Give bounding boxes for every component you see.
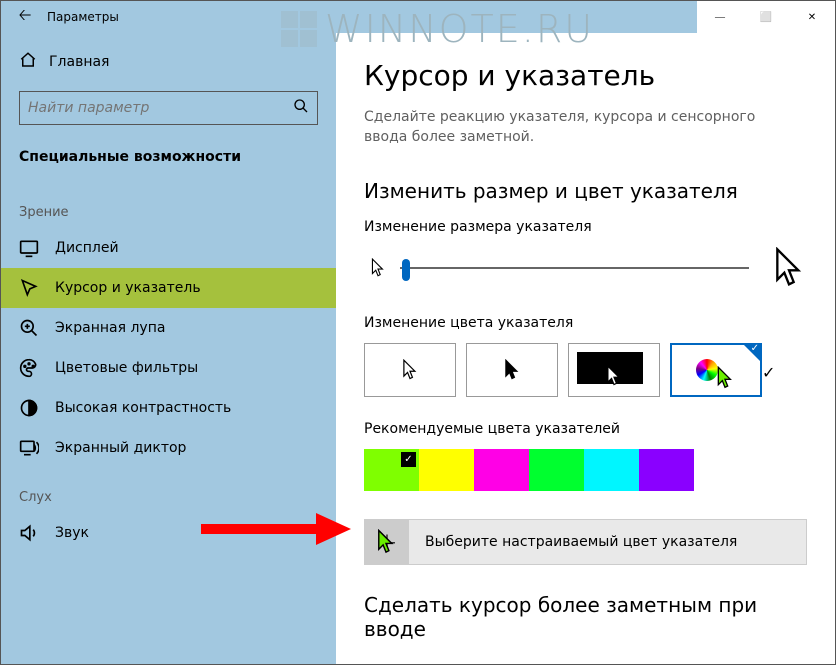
slider-thumb[interactable] (402, 259, 410, 281)
pick-custom-color-label: Выберите настраиваемый цвет указателя (409, 534, 737, 550)
color-option-white[interactable] (364, 343, 456, 397)
window-title: Параметры (47, 10, 119, 24)
section-cursor-visibility: Сделать курсор более заметным при вводе (364, 593, 807, 641)
sidebar-item-highcontrast[interactable]: Высокая контрастность (1, 388, 336, 428)
narrator-icon (19, 438, 39, 458)
magnifier-icon (19, 318, 39, 338)
sidebar-item-magnifier[interactable]: Экранная лупа (1, 308, 336, 348)
page-description: Сделайте реакцию указателя, курсора и се… (364, 108, 794, 147)
sidebar-item-label: Звук (55, 525, 89, 541)
pick-custom-color[interactable]: ＋ Выберите настраиваемый цвет указателя (364, 519, 807, 565)
label-recommended-colors: Рекомендуемые цвета указателей (364, 421, 807, 437)
sidebar-group-hearing: Слух (1, 468, 336, 513)
color-swatch[interactable] (419, 449, 474, 491)
sidebar-item-narrator[interactable]: Экранный диктор (1, 428, 336, 468)
contrast-icon (19, 398, 39, 418)
sidebar-item-label: Экранная лупа (55, 320, 165, 336)
pointer-size-slider-row (364, 247, 807, 289)
minimize-button[interactable]: — (697, 1, 743, 33)
sidebar-item-cursor[interactable]: Курсор и указатель (1, 268, 336, 308)
speaker-icon (19, 523, 39, 543)
sidebar-item-colorfilters[interactable]: Цветовые фильтры (1, 348, 336, 388)
plus-icon: ＋ (365, 520, 409, 564)
cursor-icon (19, 278, 39, 298)
color-swatch[interactable] (639, 449, 694, 491)
color-swatch[interactable] (529, 449, 584, 491)
rainbow-icon (696, 359, 718, 381)
window-buttons: — ⬜ ✕ (697, 1, 835, 33)
maximize-button[interactable]: ⬜ (743, 1, 789, 33)
category-title: Специальные возможности (1, 141, 336, 183)
back-button[interactable]: 🡠 (9, 1, 41, 33)
color-option-inverted[interactable] (568, 343, 660, 397)
close-button[interactable]: ✕ (789, 1, 835, 33)
large-cursor-icon (771, 247, 807, 289)
search-field[interactable] (28, 100, 293, 116)
titlebar: 🡠 Параметры — ⬜ ✕ (1, 1, 835, 33)
color-swatch[interactable] (364, 449, 419, 491)
sidebar-group-vision: Зрение (1, 183, 336, 228)
label-pointer-color: Изменение цвета указателя (364, 315, 807, 331)
home-label: Главная (49, 54, 109, 70)
search-input[interactable] (19, 91, 318, 125)
sidebar-item-audio[interactable]: Звук (1, 513, 336, 553)
sidebar-item-label: Цветовые фильтры (55, 360, 198, 376)
home-button[interactable]: Главная (1, 45, 336, 79)
recommended-colors (364, 449, 807, 491)
color-option-black[interactable] (466, 343, 558, 397)
sidebar-item-display[interactable]: Дисплей (1, 228, 336, 268)
sidebar-item-label: Дисплей (55, 240, 119, 256)
page-title: Курсор и указатель (364, 59, 807, 92)
palette-icon (19, 358, 39, 378)
small-cursor-icon (370, 258, 386, 278)
section-size-color: Изменить размер и цвет указателя (364, 179, 807, 203)
main-panel: Курсор и указатель Сделайте реакцию указ… (336, 33, 835, 664)
sidebar-item-label: Экранный диктор (55, 440, 186, 456)
monitor-icon (19, 238, 39, 258)
home-icon (19, 51, 37, 73)
search-icon (293, 98, 309, 118)
sidebar-item-label: Высокая контрастность (55, 400, 231, 416)
sidebar: Главная Специальные возможности Зрение Д… (1, 33, 336, 664)
checkmark-icon: ✓ (751, 343, 759, 354)
pointer-color-options: ✓ (364, 343, 807, 397)
label-pointer-size: Изменение размера указателя (364, 219, 807, 235)
color-swatch[interactable] (584, 449, 639, 491)
color-option-custom[interactable]: ✓ (670, 343, 762, 397)
pointer-size-slider[interactable] (400, 267, 749, 269)
sidebar-item-label: Курсор и указатель (55, 280, 201, 296)
color-swatch[interactable] (474, 449, 529, 491)
